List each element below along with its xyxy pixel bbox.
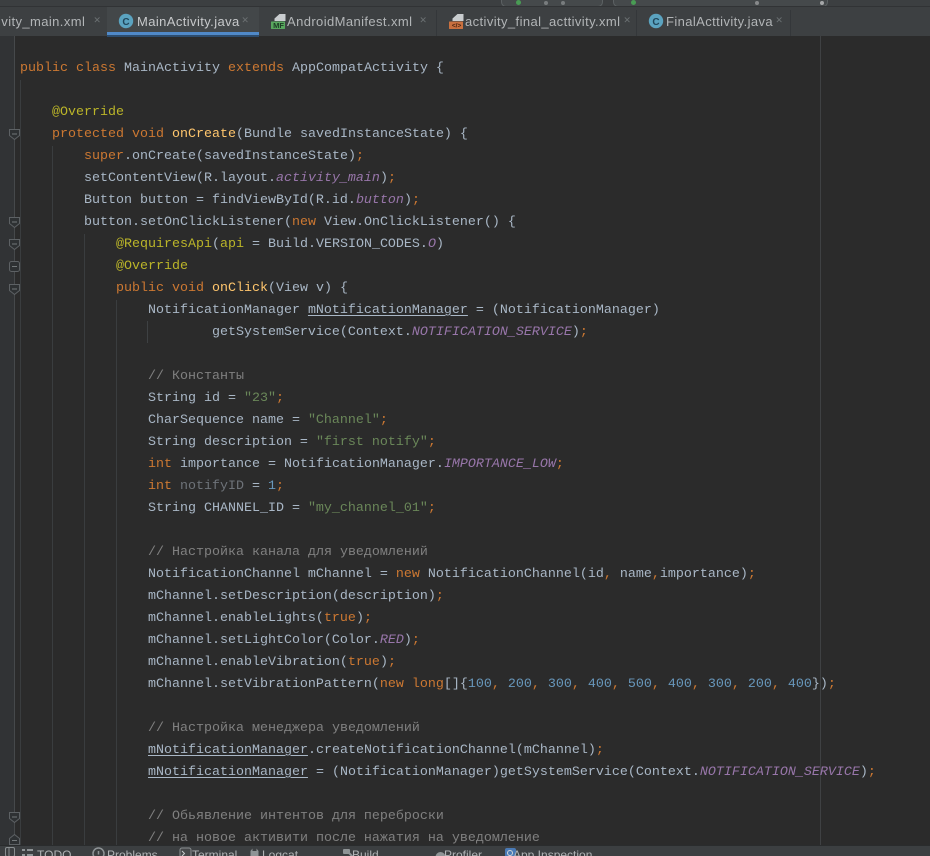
- svg-text:C: C: [652, 17, 659, 28]
- svg-text:C: C: [122, 17, 129, 28]
- svg-text:MF: MF: [273, 21, 284, 29]
- svg-text:</>: </>: [452, 23, 462, 30]
